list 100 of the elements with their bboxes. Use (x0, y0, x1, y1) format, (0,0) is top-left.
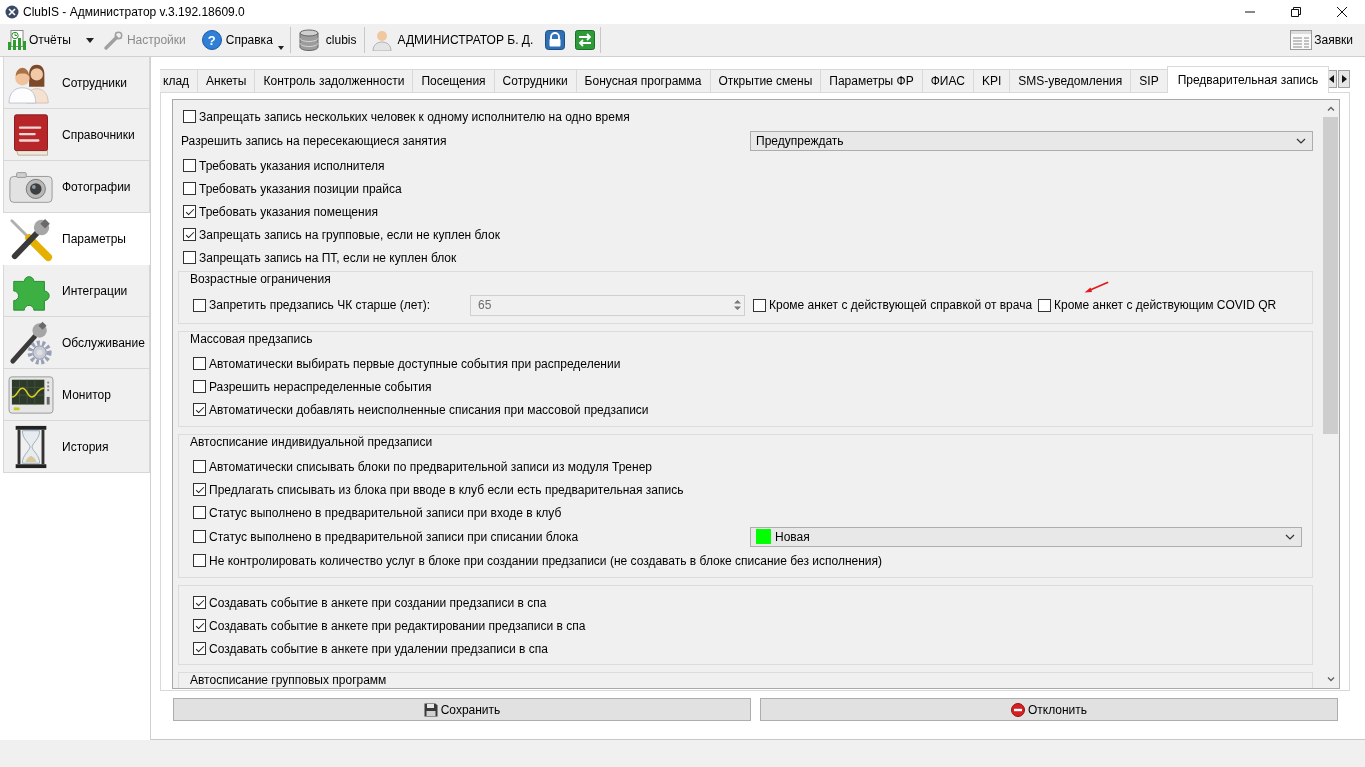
checkbox[interactable] (193, 483, 206, 496)
app-icon (5, 5, 19, 19)
group-title: Массовая предзапись (190, 332, 314, 346)
tab[interactable]: клад (160, 69, 199, 92)
checkbox[interactable] (193, 460, 206, 473)
checkbox[interactable] (193, 619, 206, 632)
checkbox[interactable] (193, 554, 206, 567)
checkbox-label: Запрещать запись нескольких человек к одному исполнителю на одно время (199, 109, 630, 124)
tab[interactable]: Сотрудники (493, 69, 577, 92)
tab[interactable]: Посещения (412, 69, 495, 92)
cancel-button[interactable]: Отклонить (760, 698, 1338, 721)
reports-button[interactable]: Отчёты (5, 26, 73, 54)
checkbox[interactable] (193, 506, 206, 519)
checkbox[interactable] (183, 205, 196, 218)
tab[interactable]: Предварительная запись (1166, 66, 1330, 93)
checkbox-label: Требовать указания помещения (199, 204, 378, 219)
dropdown[interactable]: Новая (750, 526, 1302, 547)
tab[interactable]: Открытие смены (709, 69, 822, 92)
group-title: Возрастные ограничения (190, 272, 332, 286)
scroll-up-icon (1326, 106, 1335, 111)
arrows-icon[interactable] (575, 30, 596, 50)
checkbox-label: Автоматически списывать блоки по предварительной записи из модуля Тренер (209, 459, 652, 474)
checkbox-label: Не контролировать количество услуг в блоке при создании предзаписи (не создавать в блоке списание без исполнения) (209, 553, 882, 568)
checkbox[interactable] (183, 110, 196, 123)
checkbox-label: Создавать событие в анкете при удалении предзаписи в спа (209, 641, 548, 656)
checkbox[interactable] (193, 642, 206, 655)
checkbox-label: Создавать событие в анкете при создании предзаписи в спа (209, 595, 547, 610)
group-title: Автосписание групповых программ (190, 673, 388, 687)
chevron-down-icon (1285, 533, 1295, 540)
tab[interactable]: Анкеты (197, 69, 256, 92)
sidebar-item[interactable]: Монитор (3, 369, 150, 421)
checkbox[interactable] (193, 403, 206, 416)
triangle-right-icon (1341, 75, 1347, 83)
window-title: ClubIS - Администратор v.3.192.18609.0 (23, 5, 246, 19)
no-entry-icon (1010, 702, 1025, 717)
tab[interactable]: Контроль задолженности (254, 69, 414, 92)
sidebar-item[interactable]: Интеграции (3, 265, 150, 317)
checkbox-label: Требовать указания позиции прайса (199, 181, 402, 196)
scroll-down-icon (1326, 677, 1335, 682)
checkbox-label: Запретить предзапись ЧК старше (лет): (209, 298, 430, 312)
checkbox-label: Статус выполнено в предварительной записи при входе в клуб (209, 505, 562, 520)
chart-icon (7, 30, 27, 50)
checkbox-label: Кроме анкет с действующей справкой от врача (769, 298, 1033, 312)
checkbox[interactable] (183, 159, 196, 172)
group-title: Автосписание индивидуальной предзаписи (190, 435, 434, 449)
requests-button[interactable]: Заявки (1288, 26, 1355, 54)
sidebar-item[interactable]: Фотографии (3, 161, 150, 213)
field-label: Разрешить запись на пересекающиеся занятия (181, 134, 448, 148)
sidebar-item[interactable]: Сотрудники (3, 57, 150, 109)
tab[interactable]: SIP (1130, 69, 1168, 92)
annotation-arrow (1084, 281, 1109, 294)
checkbox-label: Предлагать списывать из блока при вводе в клуб если есть предварительная запись (209, 482, 684, 497)
caret-icon (277, 46, 284, 50)
checkbox-label: Разрешить нераспределенные события (209, 379, 432, 394)
database-button[interactable]: clubis (295, 26, 359, 54)
checkbox-label: Статус выполнено в предварительной записи при списании блока (209, 529, 579, 544)
checkbox[interactable] (193, 298, 206, 312)
scrollbar-thumb[interactable] (1323, 117, 1338, 434)
restore-icon (1291, 7, 1301, 17)
checkbox[interactable] (193, 380, 206, 393)
checkbox[interactable] (1038, 298, 1051, 312)
checkbox-label: Автоматически выбирать первые доступные события при распределении (209, 356, 621, 371)
monitor-icon (8, 373, 54, 416)
checkbox[interactable] (753, 298, 766, 312)
help-icon: ? (201, 30, 222, 50)
dropdown[interactable]: Предупреждать (750, 131, 1313, 151)
checkbox[interactable] (193, 357, 206, 370)
tab[interactable]: Бонусная программа (575, 69, 711, 92)
tab[interactable]: SMS-уведомления (1009, 69, 1132, 92)
user-button[interactable]: АДМИНИСТРАТОР Б. Д. (369, 26, 536, 54)
checkbox-label: Запрещать запись на групповые, если не куплен блок (199, 227, 500, 242)
tab[interactable]: Параметры ФР (820, 69, 923, 92)
list-icon (1290, 30, 1313, 50)
checkbox[interactable] (193, 530, 206, 543)
checkbox-label: Запрещать запись на ПТ, если не куплен блок (199, 250, 457, 265)
checkbox-label: Создавать событие в анкете при редактировании предзаписи в спа (209, 618, 586, 633)
tab[interactable]: KPI (972, 69, 1011, 92)
sidebar-item[interactable]: Обслуживание (3, 317, 150, 369)
checkbox-label: Автоматически добавлять неисполненные списания при массовой предзаписи (209, 402, 649, 417)
lock-icon[interactable] (545, 30, 566, 50)
checkbox[interactable] (183, 228, 196, 241)
minimize-icon (1245, 11, 1255, 13)
sidebar-item[interactable]: История (3, 421, 150, 473)
wrench-icon (102, 29, 125, 51)
checkbox[interactable] (183, 182, 196, 195)
tab[interactable]: ФИАС (921, 69, 974, 92)
help-button[interactable]: ? Справка (199, 26, 285, 54)
user-icon (371, 29, 392, 51)
caret-icon (85, 37, 94, 43)
wrench-gear-icon (8, 319, 54, 366)
close-icon (1337, 7, 1347, 17)
checkbox-label: Требовать указания исполнителя (199, 158, 385, 173)
scrollbar[interactable] (1322, 100, 1339, 688)
database-icon (297, 29, 320, 51)
checkbox[interactable] (183, 251, 196, 264)
tab-scroll-right-button[interactable] (1338, 70, 1350, 88)
save-button[interactable]: Сохранить (173, 698, 751, 721)
triangle-left-icon (1328, 75, 1334, 83)
checkbox[interactable] (193, 596, 206, 609)
sidebar-item[interactable]: Справочники (3, 109, 150, 161)
